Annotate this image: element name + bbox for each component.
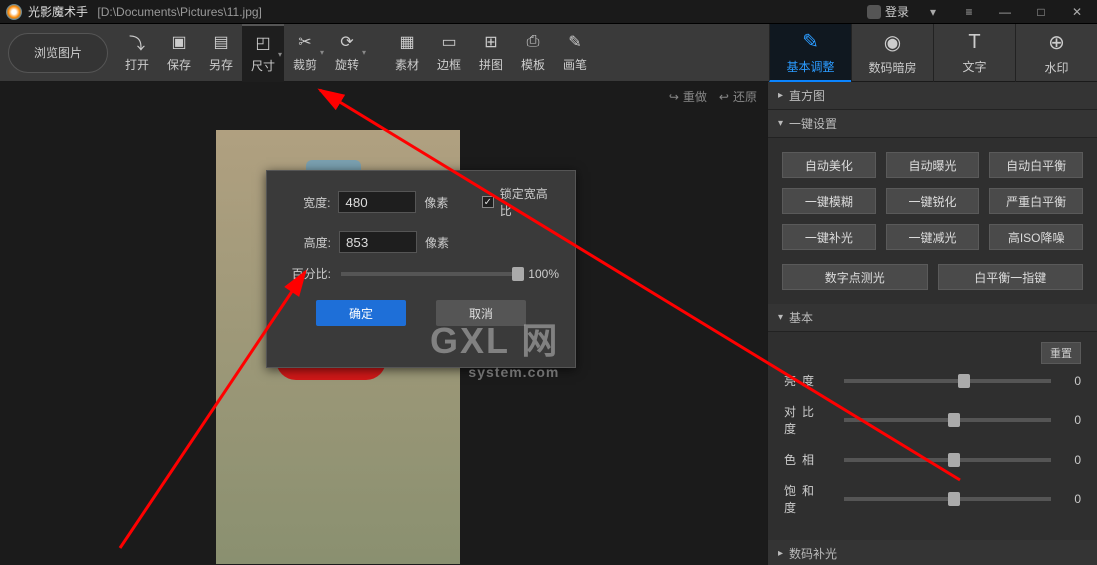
restore-icon: ↩ [719,90,729,104]
section-digital-fill[interactable]: ▸数码补光 [768,540,1097,565]
slider-thumb-icon [512,267,524,281]
slider-thumb-icon [958,374,970,388]
watermark-icon: ⊕ [1048,30,1065,55]
unit-label: 像素 [424,194,464,211]
brightness-slider[interactable] [844,379,1051,383]
brightness-label: 亮度 [784,372,834,389]
template-icon: ⎙ [523,32,543,52]
height-input[interactable] [339,231,417,253]
section-basic[interactable]: ▾基本 [768,304,1097,332]
width-label: 宽度: [283,194,330,211]
quick-fill-light[interactable]: 一键补光 [782,224,876,250]
quick-auto-wb[interactable]: 自动白平衡 [989,152,1083,178]
crop-icon: ✂ [295,32,315,52]
hue-label: 色相 [784,451,834,468]
browse-button[interactable]: 浏览图片 [8,33,108,73]
size-icon: ◰ [253,33,273,53]
save-icon: ▣ [169,32,189,52]
tool-open[interactable]: ⤵打开 [116,24,158,82]
height-label: 高度: [283,234,331,251]
rtab-basic[interactable]: ✎基本调整 [769,24,851,82]
caret-right-icon: ▸ [778,548,783,559]
quick-reduce-light[interactable]: 一键减光 [886,224,980,250]
tool-material[interactable]: ▦素材 [386,24,428,82]
slider-thumb-icon [948,413,960,427]
watermark-overlay: GXL 网system.com [430,312,559,380]
width-input[interactable] [338,191,416,213]
caret-down-icon: ▾ [778,312,783,323]
unit-label: 像素 [425,234,465,251]
chevron-down-icon: ▾ [278,50,282,59]
section-histogram[interactable]: ▸直方图 [768,82,1097,110]
quick-auto-beautify[interactable]: 自动美化 [782,152,876,178]
percent-slider[interactable] [341,272,518,276]
chevron-down-icon: ▾ [320,48,324,57]
lock-ratio-checkbox[interactable]: ✓ 锁定宽高比 [482,185,559,219]
maximize-icon[interactable]: □ [1027,4,1055,20]
contrast-slider[interactable] [844,418,1051,422]
brush-icon: ✎ [565,32,585,52]
quick-spot-meter[interactable]: 数字点测光 [782,264,928,290]
camera-icon: ◉ [884,30,901,55]
slider-thumb-icon [948,453,960,467]
reset-button[interactable]: 重置 [1041,342,1081,364]
quick-blur[interactable]: 一键模糊 [782,188,876,214]
quick-auto-exposure[interactable]: 自动曝光 [886,152,980,178]
open-icon: ⤵ [127,32,147,52]
slider-thumb-icon [948,492,960,506]
caret-down-icon: ▾ [778,118,783,129]
contrast-label: 对比度 [784,403,834,437]
minimize-icon[interactable]: — [991,4,1019,20]
edit-icon: ✎ [802,29,819,54]
login-button[interactable]: 登录 [867,3,909,20]
rtab-watermark[interactable]: ⊕水印 [1015,24,1097,82]
material-icon: ▦ [397,32,417,52]
window-title: 光影魔术手 [D:\Documents\Pictures\11.jpg] [28,3,867,20]
rotate-icon: ⟳ [337,32,357,52]
percent-value: 100% [528,267,559,281]
hue-slider[interactable] [844,458,1051,462]
settings-icon[interactable]: ≡ [955,4,983,20]
redo-icon: ↪ [669,90,679,104]
quick-iso-noise[interactable]: 高ISO降噪 [989,224,1083,250]
quick-sharpen[interactable]: 一键锐化 [886,188,980,214]
tool-template[interactable]: ⎙模板 [512,24,554,82]
ok-button[interactable]: 确定 [316,300,406,326]
quick-wb-onetouch[interactable]: 白平衡一指键 [938,264,1084,290]
tool-save[interactable]: ▣保存 [158,24,200,82]
rtab-text[interactable]: T文字 [933,24,1015,82]
check-icon: ✓ [482,196,494,208]
percent-label: 百分比: [283,265,331,282]
rtab-darkroom[interactable]: ◉数码暗房 [851,24,933,82]
section-quickset[interactable]: ▾一键设置 [768,110,1097,138]
tool-collage[interactable]: ⊞拼图 [470,24,512,82]
saturation-label: 饱和度 [784,482,834,516]
titlebar: 光影魔术手 [D:\Documents\Pictures\11.jpg] 登录 … [0,0,1097,24]
user-face-icon [867,5,881,19]
quick-buttons-grid: 自动美化 自动曝光 自动白平衡 一键模糊 一键锐化 严重白平衡 一键补光 一键减… [768,138,1097,264]
main-toolbar: 浏览图片 ⤵打开 ▣保存 ▤另存 ◰尺寸▾ ✂裁剪▾ ⟳旋转▾ ▦素材 ▭边框 … [0,24,1097,82]
saveas-icon: ▤ [211,32,231,52]
frame-icon: ▭ [439,32,459,52]
collage-icon: ⊞ [481,32,501,52]
tool-saveas[interactable]: ▤另存 [200,24,242,82]
tool-size[interactable]: ◰尺寸▾ [242,24,284,82]
saturation-slider[interactable] [844,497,1051,501]
skin-icon[interactable]: ▾ [919,4,947,20]
side-panel: ▸直方图 ▾一键设置 自动美化 自动曝光 自动白平衡 一键模糊 一键锐化 严重白… [767,82,1097,565]
restore-button[interactable]: ↩还原 [719,88,757,105]
text-icon: T [968,31,980,54]
chevron-down-icon: ▾ [362,48,366,57]
redo-button[interactable]: ↪重做 [669,88,707,105]
close-icon[interactable]: ✕ [1063,4,1091,20]
tool-brush[interactable]: ✎画笔 [554,24,596,82]
canvas-area: ↪重做 ↩还原 宽度: 像素 ✓ 锁定宽高比 高度: 像素 百分比: [0,82,767,565]
app-logo-icon [6,4,22,20]
tool-frame[interactable]: ▭边框 [428,24,470,82]
quick-heavy-wb[interactable]: 严重白平衡 [989,188,1083,214]
tool-crop[interactable]: ✂裁剪▾ [284,24,326,82]
caret-right-icon: ▸ [778,90,783,101]
tool-rotate[interactable]: ⟳旋转▾ [326,24,368,82]
